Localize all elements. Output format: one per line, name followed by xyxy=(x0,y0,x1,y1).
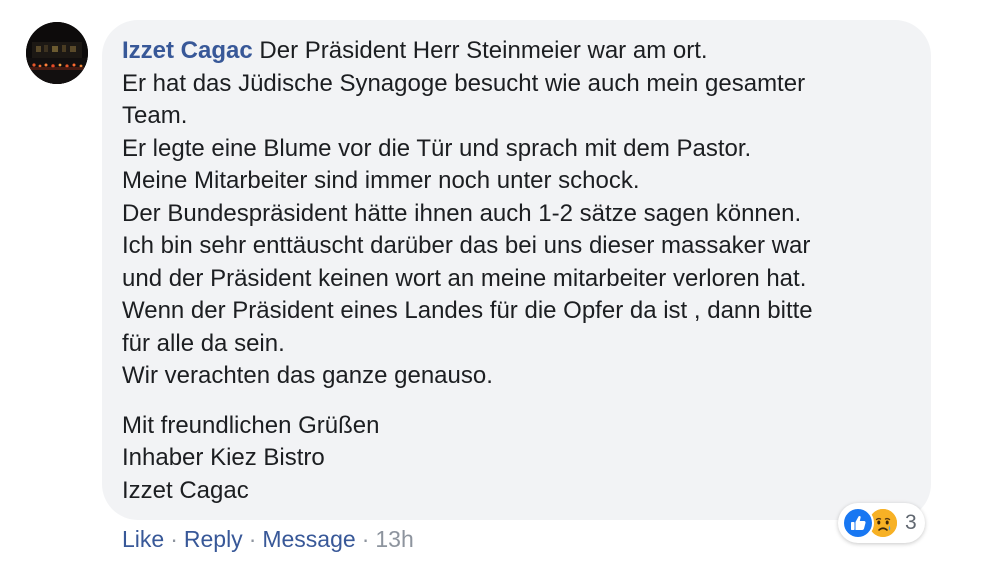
comment-line: und der Präsident keinen wort an meine m… xyxy=(122,264,807,292)
reactions-summary[interactable]: 3 xyxy=(838,503,925,543)
comment-body: Izzet Cagac Der Präsident Herr Steinmeie… xyxy=(122,35,911,393)
separator: · xyxy=(248,526,257,552)
author-name-link[interactable]: Izzet Cagac xyxy=(122,37,253,64)
comment-line: Der Bundespräsident hätte ihnen auch 1-2… xyxy=(122,199,802,227)
message-link[interactable]: Message xyxy=(262,526,355,552)
profile-photo-icon xyxy=(26,22,88,84)
comment-line: für alle da sein. xyxy=(122,329,285,357)
like-icon xyxy=(842,507,874,539)
comment-signature: Mit freundlichen Grüßen Inhaber Kiez Bis… xyxy=(122,410,911,508)
comment-line: Wir verachten das ganze genauso. xyxy=(122,362,493,389)
signature-line: Inhaber Kiez Bistro xyxy=(122,444,325,471)
timestamp[interactable]: 13h xyxy=(375,526,413,552)
comment-line: Team. xyxy=(122,102,188,129)
signature-line: Mit freundlichen Grüßen xyxy=(122,411,380,439)
comment-line: Wenn der Präsident eines Landes für die … xyxy=(122,297,813,324)
comment-first-line: Izzet Cagac Der Präsident Herr Steinmeie… xyxy=(122,35,911,68)
signature-line: Izzet Cagac xyxy=(122,476,249,504)
reaction-count: 3 xyxy=(905,511,917,534)
comment-actions: Like · Reply · Message · 13h xyxy=(122,523,414,555)
comment-line: Er hat das Jüdische Synagoge besucht wie… xyxy=(122,69,806,97)
avatar[interactable] xyxy=(26,22,88,84)
comment-line: Meine Mitarbeiter sind immer noch unter … xyxy=(122,167,640,194)
like-link[interactable]: Like xyxy=(122,526,164,552)
comment-bubble: Izzet Cagac Der Präsident Herr Steinmeie… xyxy=(102,20,931,520)
reply-link[interactable]: Reply xyxy=(184,526,243,552)
comment-line: Er legte eine Blume vor die Tür und spra… xyxy=(122,134,752,162)
separator: · xyxy=(361,526,370,552)
separator: · xyxy=(170,526,178,552)
comment-line: Ich bin sehr enttäuscht darüber das bei … xyxy=(122,232,811,259)
comment-line: Der Präsident Herr Steinmeier war am ort… xyxy=(259,37,708,64)
